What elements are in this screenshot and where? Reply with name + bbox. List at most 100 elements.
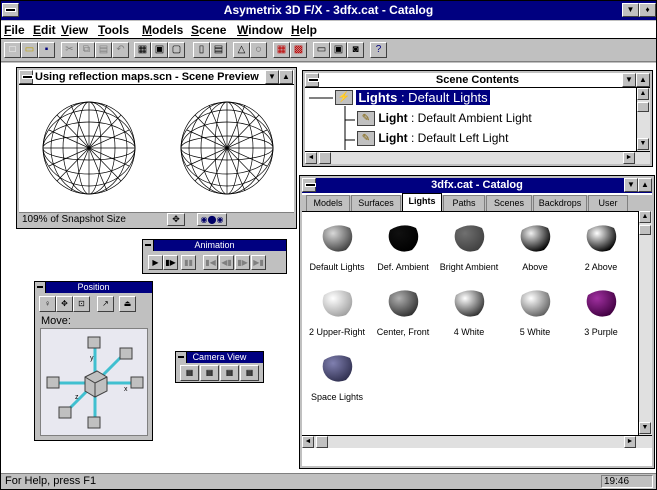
app-system-menu-button[interactable] bbox=[2, 3, 19, 17]
end-button[interactable]: ▶▮ bbox=[251, 255, 266, 270]
scene-contents-minimize-button[interactable]: ▼ bbox=[622, 73, 636, 87]
camera-top-icon[interactable]: ▦ bbox=[220, 365, 239, 381]
surfaces-icon[interactable]: △ bbox=[233, 42, 250, 58]
new-file-icon[interactable]: □ bbox=[4, 42, 21, 58]
tab-user[interactable]: User bbox=[588, 195, 628, 211]
catalog-item[interactable]: 4 White bbox=[436, 285, 502, 337]
spin-view-icon[interactable]: ◉⬤◉ bbox=[197, 213, 227, 226]
render-preview-icon[interactable]: ▩ bbox=[290, 42, 307, 58]
menu-window[interactable]: Window bbox=[237, 23, 283, 37]
animation-system-button[interactable] bbox=[143, 240, 154, 251]
step-play-button[interactable]: ▮▶ bbox=[163, 255, 178, 270]
scene-preview-viewport[interactable] bbox=[19, 85, 294, 212]
move-tool-icon[interactable]: ✥ bbox=[56, 296, 73, 312]
tab-models[interactable]: Models bbox=[306, 195, 350, 211]
scene-contents-hscroll[interactable]: ◄ ► bbox=[305, 151, 650, 164]
window-zoom-icon[interactable]: ◙ bbox=[347, 42, 364, 58]
copy-icon[interactable]: ⧉ bbox=[78, 42, 95, 58]
scale-tool-icon[interactable]: ⊡ bbox=[73, 296, 90, 312]
catalog-system-button[interactable] bbox=[302, 178, 316, 192]
move-gizmo-area[interactable]: y x z bbox=[40, 328, 148, 436]
catalog-hscroll[interactable]: ◄ ► bbox=[302, 435, 652, 448]
tab-scenes[interactable]: Scenes bbox=[486, 195, 532, 211]
app-title-bar[interactable]: Asymetrix 3D F/X - 3dfx.cat - Catalog bbox=[1, 1, 656, 20]
scroll-left-arrow[interactable]: ◄ bbox=[302, 436, 314, 448]
scroll-up-arrow[interactable]: ▲ bbox=[639, 211, 651, 223]
tab-paths[interactable]: Paths bbox=[443, 195, 485, 211]
scene-contents-maximize-button[interactable]: ▲ bbox=[636, 73, 650, 87]
open-file-icon[interactable]: ▭ bbox=[21, 42, 38, 58]
catalog-item[interactable]: Default Lights bbox=[304, 220, 370, 272]
window-snap-icon[interactable]: ▣ bbox=[330, 42, 347, 58]
menu-tools[interactable]: Tools bbox=[98, 23, 129, 37]
catalog-item[interactable]: Space Lights bbox=[304, 350, 370, 402]
catalog-vscroll[interactable]: ▲ ▼ bbox=[638, 211, 652, 435]
scroll-thumb[interactable] bbox=[639, 225, 651, 235]
scroll-right-arrow[interactable]: ► bbox=[623, 152, 635, 164]
step-back-button[interactable]: ◀▮ bbox=[219, 255, 234, 270]
menu-file[interactable]: File bbox=[4, 23, 25, 37]
camera-side-icon[interactable]: ▦ bbox=[200, 365, 219, 381]
pause-button[interactable]: ▮▮ bbox=[181, 255, 196, 270]
undo-icon[interactable]: ↶ bbox=[112, 42, 129, 58]
scroll-thumb[interactable] bbox=[319, 152, 331, 164]
catalog-item[interactable]: Def. Ambient bbox=[370, 220, 436, 272]
catalog-item[interactable]: 5 White bbox=[502, 285, 568, 337]
menu-edit[interactable]: Edit bbox=[33, 23, 56, 37]
scroll-left-arrow[interactable]: ◄ bbox=[305, 152, 317, 164]
catalog-item[interactable]: Center, Front bbox=[370, 285, 436, 337]
catalog-title-bar[interactable]: 3dfx.cat - Catalog bbox=[302, 178, 652, 193]
scene-contents-vscroll[interactable]: ▲ ▼ bbox=[636, 88, 650, 151]
paste-icon[interactable]: ▤ bbox=[95, 42, 112, 58]
catalog-item[interactable]: 2 Upper-Right bbox=[304, 285, 370, 337]
scene-contents-system-button[interactable] bbox=[305, 73, 319, 87]
scene-preview-maximize-button[interactable]: ▲ bbox=[279, 70, 293, 84]
animation-title-bar[interactable]: Animation bbox=[143, 240, 286, 251]
scene-preview-minimize-button[interactable]: ▼ bbox=[265, 70, 279, 84]
camera-view-title-bar[interactable]: Camera View bbox=[176, 352, 263, 363]
rewind-button[interactable]: ▮◀ bbox=[203, 255, 218, 270]
position-title-bar[interactable]: Position bbox=[35, 282, 152, 293]
scroll-up-arrow[interactable]: ▲ bbox=[637, 88, 649, 100]
tree-item-left-light[interactable]: ✎ Light : Default Left Light bbox=[357, 131, 508, 146]
drop-tool-icon[interactable]: ⏏ bbox=[119, 296, 136, 312]
scroll-thumb[interactable] bbox=[637, 102, 649, 112]
step-forward-button[interactable]: ▮▶ bbox=[235, 255, 250, 270]
cut-icon[interactable]: ✂ bbox=[61, 42, 78, 58]
catalog-item[interactable]: Above bbox=[502, 220, 568, 272]
catalog-item[interactable]: 2 Above bbox=[568, 220, 634, 272]
catalog-item[interactable]: 3 Purple bbox=[568, 285, 634, 337]
app-restore-button[interactable]: ♦ bbox=[639, 3, 656, 17]
menu-help[interactable]: Help bbox=[291, 23, 317, 37]
lights-icon[interactable]: ◌ bbox=[250, 42, 267, 58]
view-snapshot-icon[interactable]: ▢ bbox=[168, 42, 185, 58]
scroll-right-arrow[interactable]: ► bbox=[624, 436, 636, 448]
help-context-icon[interactable]: ? bbox=[370, 42, 387, 58]
move-view-icon[interactable]: ✥ bbox=[167, 213, 185, 226]
menu-models[interactable]: Models bbox=[142, 23, 183, 37]
camera-persp-icon[interactable]: ▦ bbox=[240, 365, 259, 381]
rotate-tool-icon[interactable]: ↗ bbox=[97, 296, 114, 312]
scroll-down-arrow[interactable]: ▼ bbox=[639, 422, 651, 434]
scene-contents-icon[interactable]: ▤ bbox=[210, 42, 227, 58]
tree-item-lights[interactable]: ⚡ Lights : Default Lights bbox=[335, 90, 490, 106]
tab-lights[interactable]: Lights bbox=[402, 193, 442, 211]
tree-item-ambient-light[interactable]: ✎ Light : Default Ambient Light bbox=[357, 111, 532, 126]
catalog-icon[interactable]: ▯ bbox=[193, 42, 210, 58]
light-position-icon[interactable]: ♀ bbox=[39, 296, 56, 312]
position-system-button[interactable] bbox=[35, 282, 46, 293]
catalog-maximize-button[interactable]: ▲ bbox=[638, 178, 652, 192]
window-icon[interactable]: ▭ bbox=[313, 42, 330, 58]
camera-front-icon[interactable]: ▦ bbox=[180, 365, 199, 381]
scene-preview-system-button[interactable] bbox=[19, 70, 33, 84]
scroll-thumb[interactable] bbox=[316, 436, 328, 448]
catalog-minimize-button[interactable]: ▼ bbox=[624, 178, 638, 192]
scroll-down-arrow[interactable]: ▼ bbox=[637, 138, 649, 150]
camera-view-system-button[interactable] bbox=[176, 352, 187, 363]
tab-surfaces[interactable]: Surfaces bbox=[351, 195, 401, 211]
scene-contents-title-bar[interactable]: Scene Contents bbox=[305, 73, 650, 88]
scene-preview-title-bar[interactable]: Using reflection maps.scn - Scene Previe… bbox=[19, 70, 294, 85]
render-icon[interactable]: ▦ bbox=[273, 42, 290, 58]
app-minimize-button[interactable]: ▼ bbox=[622, 3, 639, 17]
save-file-icon[interactable]: ▪ bbox=[38, 42, 55, 58]
